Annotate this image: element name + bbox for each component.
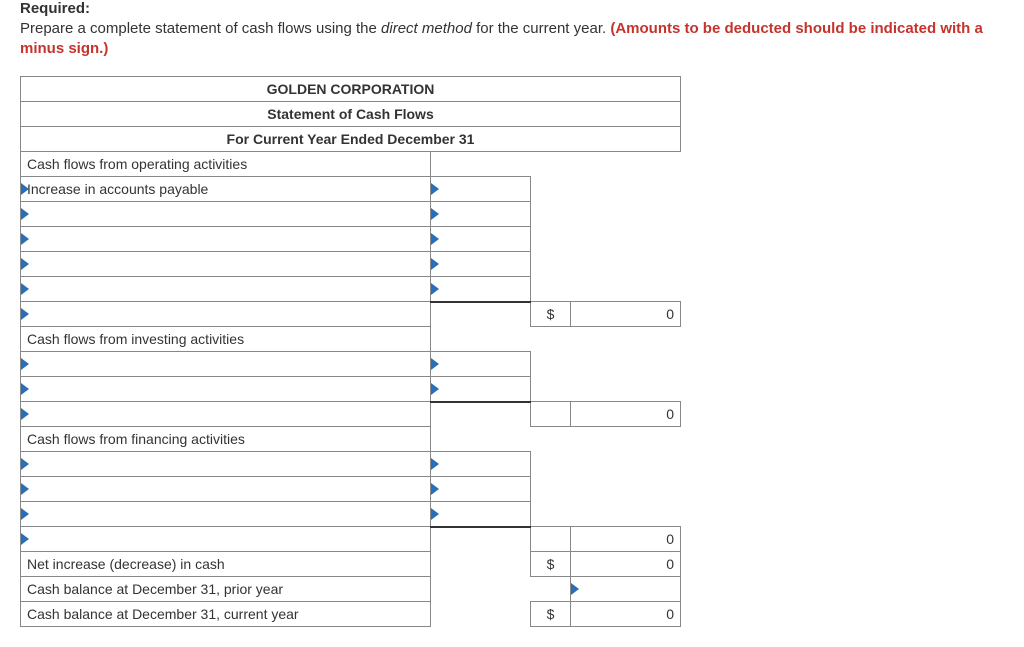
table-row [21,252,681,277]
chevron-right-icon [21,358,29,370]
title-row-statement: Statement of Cash Flows [21,102,681,127]
chevron-right-icon [431,233,439,245]
amount-input[interactable] [431,352,531,377]
company-title: GOLDEN CORPORATION [21,77,681,102]
table-row [21,477,681,502]
chevron-right-icon [21,233,29,245]
prior-balance-input[interactable] [571,577,681,602]
chevron-right-icon [21,183,29,195]
amount-input[interactable] [431,177,531,202]
prior-balance-label: Cash balance at December 31, prior year [21,577,431,602]
chevron-right-icon [431,483,439,495]
op-item-dropdown[interactable] [21,202,431,227]
section-financing: Cash flows from financing activities [21,427,681,452]
instruction-italic: direct method [381,20,472,37]
dollar-sign: $ [531,602,571,627]
operating-total: 0 [571,302,681,327]
period-title: For Current Year Ended December 31 [21,127,681,152]
statement-title: Statement of Cash Flows [21,102,681,127]
section-operating: Cash flows from operating activities [21,152,681,177]
chevron-right-icon [21,208,29,220]
chevron-right-icon [21,408,29,420]
op-item1-label: Increase in accounts payable [27,181,208,197]
chevron-right-icon [21,508,29,520]
chevron-right-icon [21,458,29,470]
amount-input[interactable] [431,202,531,227]
fin-item-dropdown[interactable] [21,477,431,502]
chevron-right-icon [431,183,439,195]
op-item-dropdown[interactable]: Increase in accounts payable [21,177,431,202]
op-item-dropdown[interactable] [21,302,431,327]
chevron-right-icon [21,383,29,395]
chevron-right-icon [21,308,29,320]
inv-item-dropdown[interactable] [21,352,431,377]
amount-input[interactable] [431,502,531,527]
table-row [21,377,681,402]
financing-label: Cash flows from financing activities [21,427,431,452]
current-balance-row: Cash balance at December 31, current yea… [21,602,681,627]
net-change-label: Net increase (decrease) in cash [21,552,431,577]
dollar-sign: $ [531,302,571,327]
amount-input[interactable] [431,377,531,402]
cash-flow-worksheet: GOLDEN CORPORATION Statement of Cash Flo… [20,76,681,627]
amount-input[interactable] [431,477,531,502]
fin-item-dropdown[interactable] [21,452,431,477]
investing-total-row: 0 [21,402,681,427]
chevron-right-icon [571,583,579,595]
amount-input[interactable] [431,277,531,302]
prior-balance-row: Cash balance at December 31, prior year [21,577,681,602]
table-row [21,452,681,477]
chevron-right-icon [431,208,439,220]
fin-item-dropdown[interactable] [21,527,431,552]
table-row: Increase in accounts payable [21,177,681,202]
inv-item-dropdown[interactable] [21,402,431,427]
op-item-dropdown[interactable] [21,277,431,302]
amount-input[interactable] [431,252,531,277]
title-row-company: GOLDEN CORPORATION [21,77,681,102]
chevron-right-icon [431,383,439,395]
fin-item-dropdown[interactable] [21,502,431,527]
financing-total: 0 [571,527,681,552]
current-balance-value: 0 [571,602,681,627]
operating-total-row: $ 0 [21,302,681,327]
required-label: Required: [20,0,1004,17]
financing-total-row: 0 [21,527,681,552]
chevron-right-icon [21,533,29,545]
table-row [21,277,681,302]
chevron-right-icon [431,458,439,470]
instruction-pre: Prepare a complete statement of cash flo… [20,20,381,37]
chevron-right-icon [21,283,29,295]
chevron-right-icon [431,358,439,370]
chevron-right-icon [431,283,439,295]
table-row [21,352,681,377]
inv-item-dropdown[interactable] [21,377,431,402]
net-change-row: Net increase (decrease) in cash $ 0 [21,552,681,577]
table-row [21,227,681,252]
chevron-right-icon [431,258,439,270]
table-row [21,502,681,527]
chevron-right-icon [21,258,29,270]
amount-input[interactable] [431,227,531,252]
investing-label: Cash flows from investing activities [21,327,431,352]
operating-label: Cash flows from operating activities [21,152,431,177]
investing-total: 0 [571,402,681,427]
chevron-right-icon [21,483,29,495]
chevron-right-icon [431,508,439,520]
current-balance-label: Cash balance at December 31, current yea… [21,602,431,627]
op-item-dropdown[interactable] [21,252,431,277]
title-row-period: For Current Year Ended December 31 [21,127,681,152]
table-row [21,202,681,227]
amount-input[interactable] [431,452,531,477]
net-change-value: 0 [571,552,681,577]
op-item-dropdown[interactable] [21,227,431,252]
dollar-sign: $ [531,552,571,577]
instruction-text: Prepare a complete statement of cash flo… [20,19,1004,58]
instruction-mid: for the current year. [472,20,610,37]
section-investing: Cash flows from investing activities [21,327,681,352]
